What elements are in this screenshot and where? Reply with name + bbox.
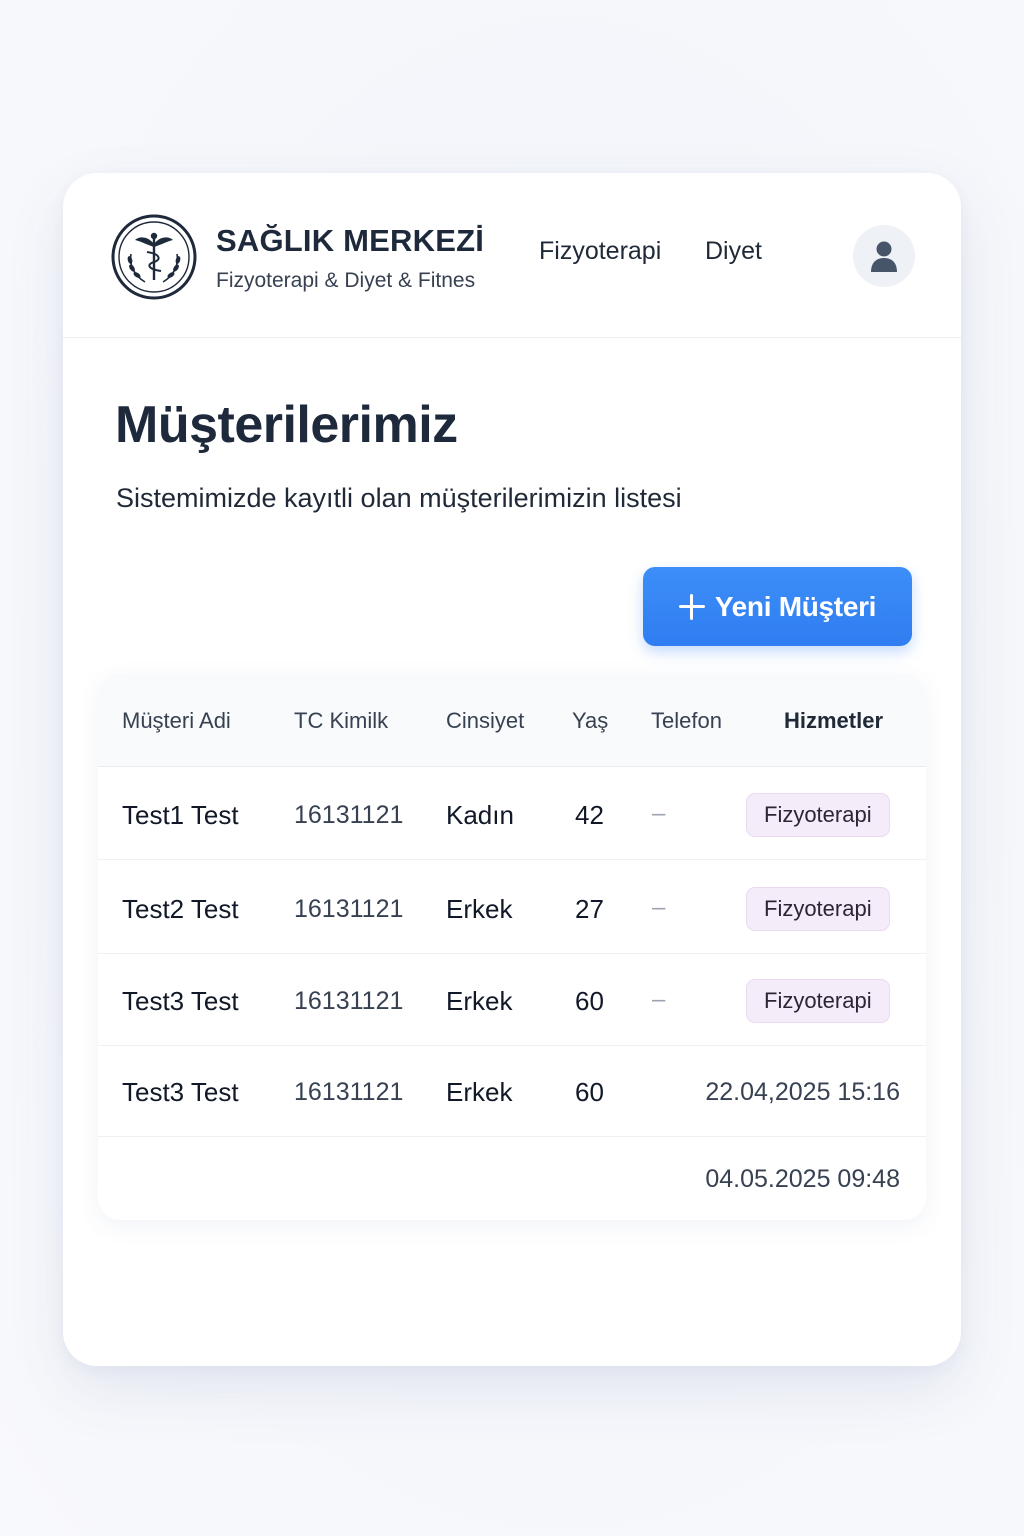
new-customer-label: Yeni Müşteri bbox=[714, 590, 877, 622]
user-icon bbox=[871, 241, 897, 272]
nav-link-diyet[interactable]: Diyet bbox=[705, 237, 762, 266]
main-card: SAĞLIK MERKEZİ Fizyoterapi & Diyet & Fit… bbox=[63, 173, 961, 1366]
customer-gender: Erkek bbox=[446, 894, 513, 924]
new-customer-button[interactable]: Yeni Müşteri bbox=[643, 567, 912, 646]
top-header: SAĞLIK MERKEZİ Fizyoterapi & Diyet & Fit… bbox=[63, 173, 961, 338]
customer-tc: 16131121 bbox=[294, 801, 404, 829]
customers-table: Müşteri Adi TC Kimilk Cinsiyet Yaş Telef… bbox=[98, 674, 926, 1220]
customer-gender: Erkek bbox=[446, 986, 513, 1016]
customer-gender: Kadın bbox=[446, 800, 514, 830]
brand-subtitle: Fizyoterapi & Diyet & Fitnes bbox=[216, 269, 476, 292]
customer-name: Test1 Test bbox=[122, 800, 239, 830]
table-header: Müşteri Adi TC Kimilk Cinsiyet Yaş Telef… bbox=[98, 674, 926, 767]
column-header-age[interactable]: Yaş bbox=[572, 708, 608, 734]
table-row[interactable]: Test3 Test 16131121 Erkek 60 22.04,2025 … bbox=[98, 1046, 926, 1137]
customer-gender: Erkek bbox=[446, 1077, 513, 1107]
customer-phone: – bbox=[652, 894, 666, 921]
created-date: 04.05.2025 09:48 bbox=[705, 1165, 900, 1193]
customer-name: Test3 Test bbox=[122, 986, 239, 1016]
column-header-gender[interactable]: Cinsiyet bbox=[446, 708, 524, 734]
caduceus-logo-icon bbox=[111, 214, 197, 300]
column-header-tc[interactable]: TC Kimilk bbox=[294, 708, 388, 734]
plus-icon bbox=[678, 593, 705, 620]
table-row[interactable]: Test1 Test 16131121 Kadın 42 – Fizyotera… bbox=[98, 766, 926, 860]
nav-link-fizyoterapi[interactable]: Fizyoterapi bbox=[539, 237, 661, 266]
customer-age: 60 bbox=[575, 1077, 604, 1107]
page-subtitle: Sistemimizde kayıtli olan müşterilerimiz… bbox=[116, 483, 682, 513]
created-date: 22.04,2025 15:16 bbox=[705, 1078, 900, 1106]
customer-name: Test2 Test bbox=[122, 894, 239, 924]
customer-phone: – bbox=[652, 986, 666, 1013]
table-row[interactable]: Test2 Test 16131121 Erkek 27 – Fizyotera… bbox=[98, 860, 926, 954]
table-row[interactable]: 04.05.2025 09:48 bbox=[98, 1137, 926, 1220]
customer-age: 27 bbox=[575, 894, 604, 924]
customer-tc: 16131121 bbox=[294, 987, 404, 1015]
service-badge[interactable]: Fizyoterapi bbox=[746, 793, 890, 837]
customer-phone: – bbox=[652, 800, 666, 827]
customer-tc: 16131121 bbox=[294, 895, 404, 923]
service-badge[interactable]: Fizyoterapi bbox=[746, 887, 890, 931]
customer-tc: 16131121 bbox=[294, 1078, 404, 1106]
service-badge[interactable]: Fizyoterapi bbox=[746, 979, 890, 1023]
customer-name: Test3 Test bbox=[122, 1077, 239, 1107]
page-title: Müşterilerimiz bbox=[115, 396, 458, 454]
user-avatar-button[interactable] bbox=[853, 225, 915, 287]
table-row[interactable]: Test3 Test 16131121 Erkek 60 – Fizyotera… bbox=[98, 954, 926, 1046]
column-header-name[interactable]: Müşteri Adi bbox=[122, 708, 231, 734]
customer-age: 42 bbox=[575, 800, 604, 830]
brand-title: SAĞLIK MERKEZİ bbox=[216, 223, 485, 258]
customer-age: 60 bbox=[575, 986, 604, 1016]
column-header-phone[interactable]: Telefon bbox=[651, 708, 722, 734]
column-header-services[interactable]: Hizmetler bbox=[784, 708, 883, 734]
